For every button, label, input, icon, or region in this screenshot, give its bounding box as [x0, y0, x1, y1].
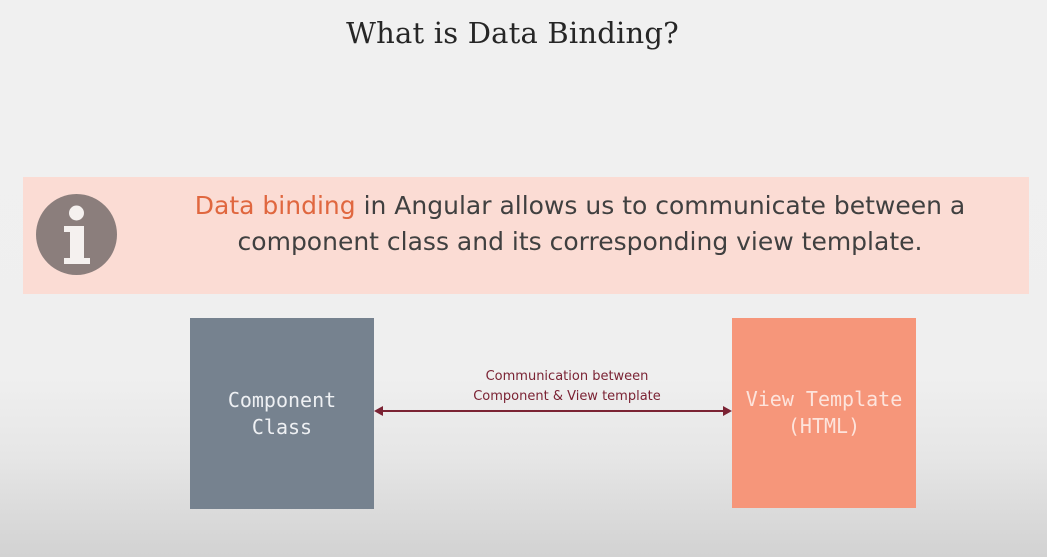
info-text: Data binding in Angular allows us to com… [135, 188, 1025, 260]
bidirectional-arrow [374, 406, 732, 416]
info-highlight: Data binding [194, 191, 356, 220]
component-class-box: Component Class [190, 318, 374, 509]
arrow-label: Communication between Component & View t… [420, 367, 714, 407]
arrow-label-line-1: Communication between [485, 369, 649, 384]
slide-title: What is Data Binding? [346, 16, 679, 50]
view-template-box: View Template (HTML) [732, 318, 916, 508]
info-icon [36, 194, 117, 275]
